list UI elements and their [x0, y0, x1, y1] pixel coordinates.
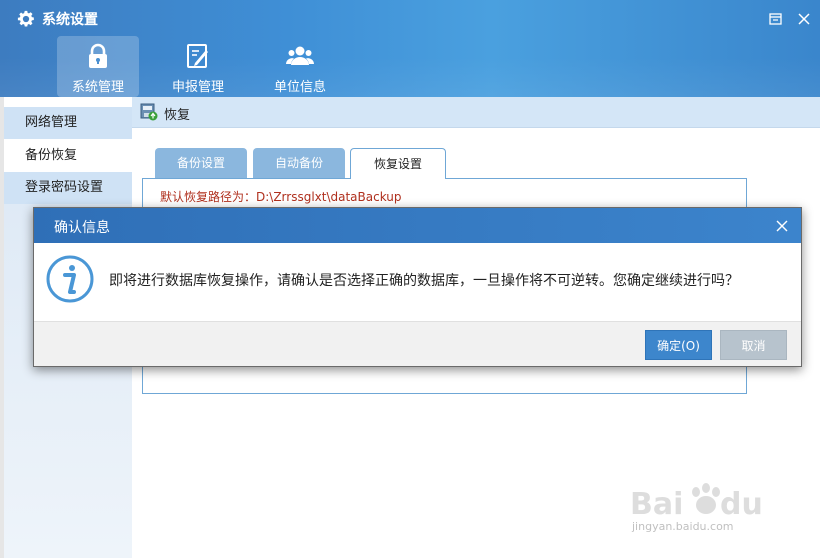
edit-document-icon — [187, 44, 208, 68]
nav-label: 系统管理 — [71, 80, 124, 95]
dialog-title: 确认信息 — [54, 220, 110, 236]
default-restore-path: 默认恢复路径为：D:\Zrrssglxt\dataBackup — [160, 190, 402, 204]
maximize-icon[interactable] — [768, 11, 784, 27]
tab-backup-settings[interactable]: 备份设置 — [155, 148, 247, 178]
nav-label: 申报管理 — [171, 80, 224, 95]
cancel-button[interactable]: 取消 — [720, 330, 787, 360]
nav-label: 单位信息 — [273, 80, 326, 95]
window-title: 系统设置 — [42, 12, 98, 28]
sidebar-item-network[interactable]: 网络管理 — [4, 107, 132, 139]
info-icon — [46, 255, 94, 303]
content-toolbar: 恢复 — [132, 97, 820, 128]
title-bar: 系统设置 — [0, 0, 820, 36]
users-icon — [286, 46, 314, 65]
svg-text:Bai: Bai — [630, 487, 683, 522]
watermark-url: jingyan.baidu.com — [632, 520, 734, 533]
nav-declaration-management[interactable]: 申报管理 — [157, 36, 239, 97]
sidebar-item-backup-restore[interactable]: 备份恢复 — [4, 140, 132, 172]
ok-button[interactable]: 确定(O) — [645, 330, 712, 360]
lock-icon — [89, 43, 107, 68]
tab-restore-settings[interactable]: 恢复设置 — [350, 148, 446, 179]
restore-database-icon[interactable] — [140, 103, 158, 121]
dialog-close-icon[interactable] — [775, 219, 789, 233]
dialog-body: 即将进行数据库恢复操作，请确认是否选择正确的数据库，一旦操作将不可逆转。您确定继… — [34, 243, 801, 321]
toolbar-label: 恢复 — [164, 108, 191, 123]
svg-text:du: du — [720, 487, 763, 522]
nav-unit-info[interactable]: 单位信息 — [259, 36, 341, 97]
nav-system-management[interactable]: 系统管理 — [57, 36, 139, 97]
sidebar-item-login-password[interactable]: 登录密码设置 — [4, 172, 132, 204]
gear-icon — [17, 10, 34, 27]
settings-window: 系统设置 系统管理 申报管理 单位信息 网络管理 备份恢复 登录密码设置 恢复 … — [0, 0, 820, 558]
tab-auto-backup[interactable]: 自动备份 — [253, 148, 345, 178]
dialog-header: 确认信息 — [34, 208, 801, 243]
dialog-footer: 确定(O) 取消 — [34, 321, 801, 366]
close-icon[interactable] — [796, 11, 812, 27]
confirm-dialog: 确认信息 即将进行数据库恢复操作，请确认是否选择正确的数据库，一旦操作将不可逆转… — [33, 207, 802, 367]
dialog-message: 即将进行数据库恢复操作，请确认是否选择正确的数据库，一旦操作将不可逆转。您确定继… — [109, 273, 739, 289]
